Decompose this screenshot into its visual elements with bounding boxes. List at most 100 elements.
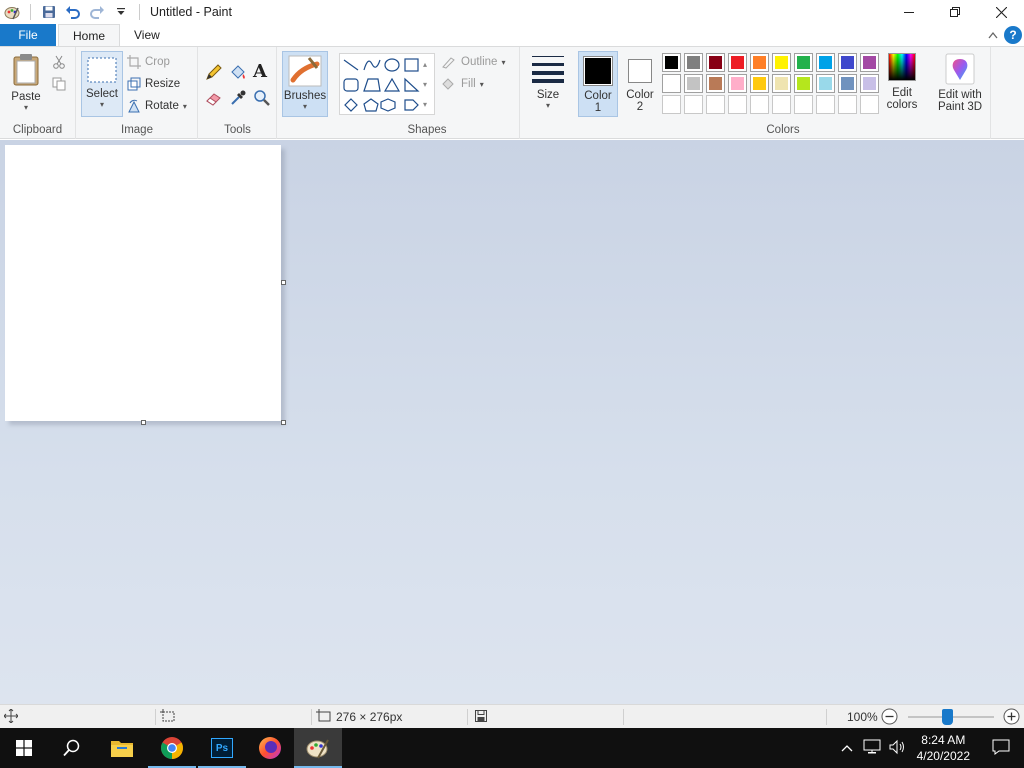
undo-icon[interactable] xyxy=(63,2,83,22)
color1-button[interactable]: Color 1 xyxy=(578,51,618,117)
image-group: Select ▾ Crop Resize Rotate ▾ Image xyxy=(77,47,198,139)
palette-swatch[interactable] xyxy=(684,53,703,72)
palette-swatch-empty[interactable] xyxy=(860,95,879,114)
shapes-scroll-down-icon[interactable]: ▾ xyxy=(423,75,427,95)
color-palette xyxy=(662,53,884,117)
copy-button[interactable] xyxy=(52,77,66,91)
select-button[interactable]: Select ▾ xyxy=(81,51,123,117)
palette-swatch[interactable] xyxy=(750,74,769,93)
network-icon[interactable] xyxy=(859,739,885,758)
paint-app-icon[interactable] xyxy=(2,2,22,22)
search-button[interactable] xyxy=(48,728,96,768)
crop-button[interactable]: Crop xyxy=(127,55,170,69)
zoom-out-button[interactable] xyxy=(881,708,898,728)
palette-swatch[interactable] xyxy=(816,74,835,93)
shapes-scroll[interactable]: ▴ ▾ ▾ xyxy=(423,55,427,115)
palette-swatch-empty[interactable] xyxy=(838,95,857,114)
paint-taskbar-button[interactable] xyxy=(294,728,342,768)
palette-swatch[interactable] xyxy=(772,53,791,72)
magnifier-tool[interactable] xyxy=(253,89,271,107)
resize-label: Resize xyxy=(145,78,181,90)
palette-swatch-fill xyxy=(775,56,788,69)
palette-swatch[interactable] xyxy=(706,74,725,93)
palette-swatch-empty[interactable] xyxy=(816,95,835,114)
customize-qat-icon[interactable] xyxy=(111,2,131,22)
restore-button[interactable] xyxy=(932,0,978,24)
resize-handle-right[interactable] xyxy=(281,280,286,285)
drawing-canvas[interactable] xyxy=(5,145,281,421)
shapes-scroll-up-icon[interactable]: ▴ xyxy=(423,55,427,75)
resize-button[interactable]: Resize xyxy=(127,77,180,91)
zoom-slider-thumb[interactable] xyxy=(941,709,953,725)
brushes-button[interactable]: Brushes ▾ xyxy=(282,51,328,117)
color1-label-line1: Color xyxy=(584,90,612,102)
palette-swatch[interactable] xyxy=(706,53,725,72)
eraser-tool[interactable] xyxy=(205,89,223,107)
brushes-label: Brushes xyxy=(283,90,327,102)
fill-button[interactable]: Fill ▾ xyxy=(441,77,484,91)
palette-swatch-empty[interactable] xyxy=(684,95,703,114)
paste-icon xyxy=(13,54,39,86)
palette-swatch-empty[interactable] xyxy=(662,95,681,114)
palette-swatch[interactable] xyxy=(772,74,791,93)
resize-handle-bottom[interactable] xyxy=(141,420,146,425)
palette-swatch-empty[interactable] xyxy=(772,95,791,114)
chrome-button[interactable] xyxy=(148,728,196,768)
photoshop-button[interactable]: Ps xyxy=(198,728,246,768)
palette-swatch[interactable] xyxy=(838,53,857,72)
show-hidden-icons-icon[interactable] xyxy=(835,741,859,755)
collapse-ribbon-icon[interactable] xyxy=(988,28,998,42)
tab-home[interactable]: Home xyxy=(58,24,121,46)
notifications-icon[interactable] xyxy=(982,739,1024,758)
redo-icon[interactable] xyxy=(87,2,107,22)
palette-swatch[interactable] xyxy=(662,53,681,72)
cut-button[interactable] xyxy=(52,55,66,69)
save-icon[interactable] xyxy=(39,2,59,22)
resize-handle-corner[interactable] xyxy=(281,420,286,425)
palette-swatch[interactable] xyxy=(728,53,747,72)
window-title: Untitled - Paint xyxy=(150,5,232,19)
tab-file[interactable]: File xyxy=(0,24,56,46)
photoshop-icon: Ps xyxy=(211,738,233,758)
pencil-tool[interactable] xyxy=(205,63,223,81)
tab-view[interactable]: View xyxy=(120,24,174,46)
palette-swatch[interactable] xyxy=(684,74,703,93)
taskbar-clock[interactable]: 8:24 AM 4/20/2022 xyxy=(917,732,970,764)
palette-swatch-empty[interactable] xyxy=(728,95,747,114)
minimize-button[interactable] xyxy=(886,0,932,24)
edit-with-paint3d-button[interactable]: Edit with Paint 3D xyxy=(932,53,988,113)
palette-swatch[interactable] xyxy=(816,53,835,72)
close-button[interactable] xyxy=(978,0,1024,24)
start-button[interactable] xyxy=(0,728,48,768)
palette-swatch[interactable] xyxy=(794,53,813,72)
color-picker-tool[interactable] xyxy=(229,89,247,107)
edit-colors-button[interactable]: Edit colors xyxy=(884,53,920,111)
file-explorer-button[interactable] xyxy=(98,728,146,768)
size-button[interactable]: Size ▾ xyxy=(527,53,569,110)
shapes-more-icon[interactable]: ▾ xyxy=(423,95,427,115)
palette-swatch[interactable] xyxy=(860,74,879,93)
palette-swatch-empty[interactable] xyxy=(706,95,725,114)
palette-swatch-fill xyxy=(863,56,876,69)
palette-swatch[interactable] xyxy=(860,53,879,72)
help-icon[interactable]: ? xyxy=(1004,26,1022,44)
text-tool[interactable]: A xyxy=(253,61,267,82)
brushes-dropdown-icon: ▾ xyxy=(302,102,307,111)
palette-swatch[interactable] xyxy=(794,74,813,93)
volume-icon[interactable] xyxy=(885,739,911,758)
edit-colors-line1: Edit xyxy=(892,87,912,99)
palette-swatch[interactable] xyxy=(750,53,769,72)
palette-swatch[interactable] xyxy=(728,74,747,93)
outline-button[interactable]: Outline ▾ xyxy=(441,55,505,69)
palette-swatch[interactable] xyxy=(662,74,681,93)
palette-swatch-empty[interactable] xyxy=(750,95,769,114)
eyedropper-icon xyxy=(231,90,246,105)
palette-swatch[interactable] xyxy=(838,74,857,93)
rotate-button[interactable]: Rotate ▾ xyxy=(127,99,187,113)
fill-tool[interactable] xyxy=(229,63,247,81)
palette-swatch-empty[interactable] xyxy=(794,95,813,114)
firefox-button[interactable] xyxy=(246,728,294,768)
paste-button[interactable]: Paste ▾ xyxy=(6,53,46,112)
zoom-in-button[interactable] xyxy=(1003,708,1020,728)
color2-button[interactable]: Color 2 xyxy=(620,51,660,117)
